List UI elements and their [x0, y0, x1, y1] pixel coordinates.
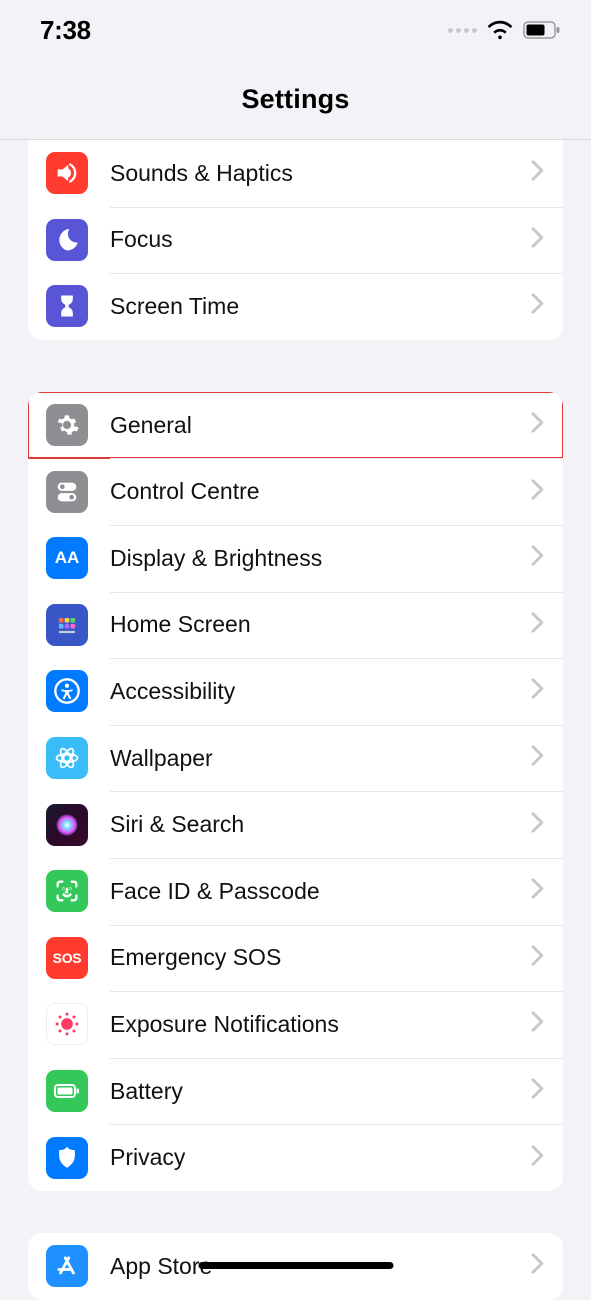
row-privacy[interactable]: Privacy [28, 1124, 563, 1191]
sounds-icon [46, 152, 88, 194]
row-label: Display & Brightness [110, 545, 322, 572]
header: Settings [0, 60, 591, 140]
wallpaper-icon [46, 737, 88, 779]
privacy-icon [46, 1137, 88, 1179]
sos-icon: SOS [46, 937, 88, 979]
row-emergency-sos[interactable]: SOS Emergency SOS [28, 925, 563, 992]
app-store-icon [46, 1245, 88, 1287]
wifi-icon [487, 20, 513, 40]
chevron-right-icon [531, 879, 545, 904]
row-label: Emergency SOS [110, 944, 281, 971]
row-focus[interactable]: Focus [28, 207, 563, 274]
row-label: Battery [110, 1078, 183, 1105]
home-screen-icon [46, 604, 88, 646]
chevron-right-icon [531, 1012, 545, 1037]
row-label: Sounds & Haptics [110, 160, 293, 187]
row-label: General [110, 412, 192, 439]
row-accessibility[interactable]: Accessibility [28, 658, 563, 725]
status-bar: 7:38 [0, 0, 591, 60]
chevron-right-icon [531, 1145, 545, 1170]
row-wallpaper[interactable]: Wallpaper [28, 725, 563, 792]
cellular-dots-icon [448, 28, 477, 33]
row-label: Screen Time [110, 293, 239, 320]
chevron-right-icon [531, 294, 545, 319]
row-battery[interactable]: Battery [28, 1058, 563, 1125]
row-siri-search[interactable]: Siri & Search [28, 791, 563, 858]
row-label: App Store [110, 1253, 212, 1280]
focus-icon [46, 219, 88, 261]
status-time: 7:38 [40, 15, 91, 46]
chevron-right-icon [531, 1254, 545, 1279]
battery-row-icon [46, 1070, 88, 1112]
siri-icon [46, 804, 88, 846]
row-label: Control Centre [110, 478, 260, 505]
screen-time-icon [46, 285, 88, 327]
sos-icon-text: SOS [53, 950, 82, 966]
settings-group-2: General Control Centre AA Display & Brig… [28, 392, 563, 1191]
row-label: Wallpaper [110, 745, 213, 772]
aa-icon-text: AA [55, 548, 80, 568]
chevron-right-icon [531, 1079, 545, 1104]
display-icon: AA [46, 537, 88, 579]
gear-icon [46, 404, 88, 446]
row-screen-time[interactable]: Screen Time [28, 273, 563, 340]
chevron-right-icon [531, 413, 545, 438]
settings-group-1: Sounds & Haptics Focus Screen Time [28, 140, 563, 340]
row-sounds-haptics[interactable]: Sounds & Haptics [28, 140, 563, 207]
page-title: Settings [241, 84, 349, 115]
chevron-right-icon [531, 612, 545, 637]
battery-icon [523, 21, 561, 39]
home-indicator [198, 1262, 393, 1269]
chevron-right-icon [531, 161, 545, 186]
row-home-screen[interactable]: Home Screen [28, 592, 563, 659]
face-id-icon [46, 870, 88, 912]
chevron-right-icon [531, 546, 545, 571]
row-general[interactable]: General [28, 392, 563, 459]
chevron-right-icon [531, 812, 545, 837]
row-control-centre[interactable]: Control Centre [28, 458, 563, 525]
row-label: Focus [110, 226, 173, 253]
row-label: Home Screen [110, 611, 251, 638]
chevron-right-icon [531, 479, 545, 504]
row-label: Siri & Search [110, 811, 244, 838]
chevron-right-icon [531, 227, 545, 252]
control-centre-icon [46, 471, 88, 513]
chevron-right-icon [531, 945, 545, 970]
chevron-right-icon [531, 679, 545, 704]
row-label: Privacy [110, 1144, 185, 1171]
row-label: Exposure Notifications [110, 1011, 339, 1038]
row-display-brightness[interactable]: AA Display & Brightness [28, 525, 563, 592]
chevron-right-icon [531, 746, 545, 771]
status-indicators [448, 20, 561, 40]
row-label: Accessibility [110, 678, 235, 705]
accessibility-icon [46, 670, 88, 712]
row-exposure-notifications[interactable]: Exposure Notifications [28, 991, 563, 1058]
row-face-id-passcode[interactable]: Face ID & Passcode [28, 858, 563, 925]
exposure-icon [46, 1003, 88, 1045]
row-label: Face ID & Passcode [110, 878, 320, 905]
